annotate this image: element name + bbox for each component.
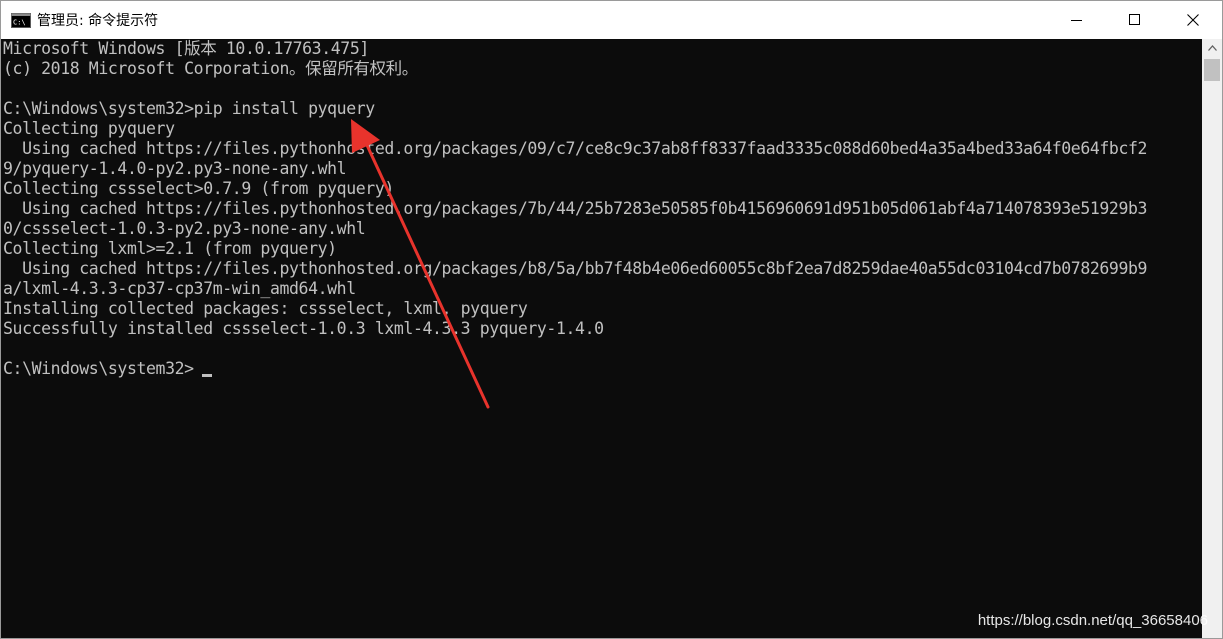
title-bar[interactable]: C:\ 管理员: 命令提示符 bbox=[1, 1, 1222, 39]
console-line: Successfully installed cssselect-1.0.3 l… bbox=[3, 319, 604, 338]
scrollbar-thumb[interactable] bbox=[1204, 59, 1220, 81]
console-line: Collecting pyquery bbox=[3, 119, 175, 138]
console-line: Collecting lxml>=2.1 (from pyquery) bbox=[3, 239, 337, 258]
maximize-icon bbox=[1129, 14, 1140, 25]
cmd-icon: C:\ bbox=[11, 12, 31, 28]
minimize-icon bbox=[1071, 20, 1082, 21]
console-output[interactable]: Microsoft Windows [版本 10.0.17763.475] (c… bbox=[1, 39, 1202, 638]
watermark: https://blog.csdn.net/qq_36658406 bbox=[977, 612, 1208, 629]
console-line: Installing collected packages: cssselect… bbox=[3, 299, 528, 318]
console-line: 0/cssselect-1.0.3-py2.py3-none-any.whl bbox=[3, 219, 366, 238]
console-line: (c) 2018 Microsoft Corporation。保留所有权利。 bbox=[3, 59, 418, 78]
svg-text:C:\: C:\ bbox=[13, 18, 26, 26]
maximize-button[interactable] bbox=[1106, 1, 1164, 39]
close-icon bbox=[1187, 14, 1199, 26]
window-title: 管理员: 命令提示符 bbox=[37, 13, 159, 29]
close-button[interactable] bbox=[1164, 1, 1222, 39]
console-line: Using cached https://files.pythonhosted.… bbox=[3, 139, 1148, 158]
console-line: Using cached https://files.pythonhosted.… bbox=[3, 199, 1148, 218]
console-line: 9/pyquery-1.4.0-py2.py3-none-any.whl bbox=[3, 159, 347, 178]
console-line: C:\Windows\system32>pip install pyquery bbox=[3, 99, 375, 118]
console-prompt: C:\Windows\system32> bbox=[3, 359, 194, 378]
text-cursor bbox=[202, 374, 212, 377]
console-line: Using cached https://files.pythonhosted.… bbox=[3, 259, 1148, 278]
console-line: Microsoft Windows [版本 10.0.17763.475] bbox=[3, 39, 369, 58]
vertical-scrollbar[interactable] bbox=[1202, 39, 1222, 638]
scroll-up-button[interactable] bbox=[1202, 39, 1222, 57]
console-line: a/lxml-4.3.3-cp37-cp37m-win_amd64.whl bbox=[3, 279, 356, 298]
console-line: Collecting cssselect>0.7.9 (from pyquery… bbox=[3, 179, 394, 198]
cmd-window: C:\ 管理员: 命令提示符 Microsoft Windows [版本 10.… bbox=[0, 0, 1223, 639]
minimize-button[interactable] bbox=[1048, 1, 1106, 39]
chevron-up-icon bbox=[1207, 45, 1217, 51]
window-controls bbox=[1048, 1, 1222, 39]
